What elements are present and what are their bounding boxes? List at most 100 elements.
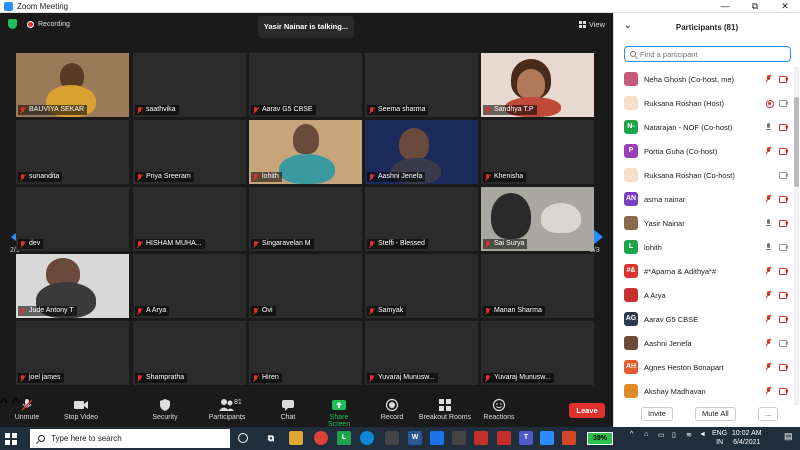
maximize-button[interactable]: ⧉ xyxy=(740,0,770,13)
participants-button[interactable]: 81 Participants xyxy=(207,398,247,421)
breakout-rooms-button[interactable]: Breakout Rooms xyxy=(418,398,472,421)
mic-icon[interactable] xyxy=(766,123,771,131)
participant-row[interactable]: A Arya xyxy=(614,283,794,307)
video-icon[interactable] xyxy=(779,171,788,179)
collapse-chevron-icon[interactable]: ⌄ xyxy=(624,20,632,31)
video-tile[interactable]: Ovi xyxy=(249,254,362,318)
recording-indicator[interactable]: Recording xyxy=(27,20,70,28)
edge-icon[interactable] xyxy=(360,431,374,445)
chat-button[interactable]: Chat xyxy=(278,398,298,421)
video-off-icon[interactable] xyxy=(779,195,788,203)
store-icon[interactable] xyxy=(385,431,399,445)
mute-all-button[interactable]: Mute All xyxy=(695,407,736,421)
muted-mic-icon[interactable] xyxy=(766,291,771,299)
close-button[interactable]: ✕ xyxy=(770,0,800,13)
video-icon[interactable] xyxy=(779,243,788,251)
language-indicator[interactable]: ENG IN xyxy=(712,429,727,447)
invite-button[interactable]: Invite xyxy=(641,407,673,421)
file-explorer-icon[interactable] xyxy=(289,431,303,445)
recording-icon[interactable] xyxy=(766,99,774,108)
video-tile[interactable]: Sai Surya xyxy=(481,187,594,251)
participant-row[interactable]: Ruksana Roshan (Host) xyxy=(614,91,794,115)
participant-row[interactable]: AG Aarav G5 CBSE xyxy=(614,307,794,331)
video-tile[interactable]: Priya Sreeram xyxy=(133,120,246,184)
notifications-icon[interactable]: ▤ xyxy=(784,431,793,442)
audio-options-caret[interactable]: ^ xyxy=(0,395,8,412)
leave-button[interactable]: Leave xyxy=(569,403,605,418)
chrome-icon[interactable] xyxy=(314,431,328,445)
video-off-icon[interactable] xyxy=(779,147,788,155)
taskbar-clock[interactable]: 10:02 AM 6/4/2021 xyxy=(732,429,762,447)
tray-expand-icon[interactable]: ^ xyxy=(630,431,633,438)
participant-row[interactable]: AH Agnes Heston Bonapart xyxy=(614,355,794,379)
calendar-icon[interactable] xyxy=(452,431,466,445)
video-tile[interactable]: Shampratha xyxy=(133,321,246,385)
muted-mic-icon[interactable] xyxy=(766,387,771,395)
video-tile[interactable]: joel james xyxy=(16,321,129,385)
display-icon[interactable]: ▭ xyxy=(658,431,665,439)
encryption-shield-icon[interactable] xyxy=(8,19,17,29)
battery-indicator[interactable]: 39% xyxy=(587,432,613,445)
video-tile[interactable]: A Arya xyxy=(133,254,246,318)
video-tile[interactable]: Sandhya T.P xyxy=(481,53,594,117)
video-tile[interactable]: Aarav G5 CBSE xyxy=(249,53,362,117)
acrobat-icon[interactable] xyxy=(474,431,488,445)
participant-row[interactable]: Ruksana Roshan (Co-host) xyxy=(614,163,794,187)
app-red-icon[interactable] xyxy=(497,431,511,445)
participant-row[interactable]: #& #*Aparna & Adithya*# xyxy=(614,259,794,283)
video-off-icon[interactable] xyxy=(779,123,788,131)
record-button[interactable]: Record xyxy=(379,398,405,421)
video-off-icon[interactable] xyxy=(779,363,788,371)
participant-row[interactable]: P Portia Guha (Co-host) xyxy=(614,139,794,163)
participant-row[interactable]: AN asma nainar xyxy=(614,187,794,211)
reactions-button[interactable]: Reactions xyxy=(483,398,515,421)
muted-mic-icon[interactable] xyxy=(766,363,771,371)
teams-icon[interactable]: T xyxy=(519,431,533,445)
participant-row[interactable]: Llohith xyxy=(614,235,794,259)
minimize-button[interactable]: — xyxy=(710,0,740,13)
video-tile[interactable]: lohith xyxy=(249,120,362,184)
video-tile[interactable]: saathvika xyxy=(133,53,246,117)
video-tile[interactable]: HISHAM MUHA... xyxy=(133,187,246,251)
task-view-icon[interactable]: ⧉ xyxy=(264,431,278,445)
video-tile[interactable]: Steffi - Blessed xyxy=(365,187,478,251)
unmute-button[interactable]: Unmute xyxy=(12,398,42,421)
video-tile[interactable]: Seema sharma xyxy=(365,53,478,117)
zoom-taskbar-icon[interactable] xyxy=(540,431,554,445)
video-tile[interactable]: Hiren xyxy=(249,321,362,385)
taskbar-search-input[interactable]: Type here to search xyxy=(30,429,230,448)
volume-icon[interactable]: ◄ xyxy=(699,431,706,438)
muted-mic-icon[interactable] xyxy=(766,339,771,347)
video-off-icon[interactable] xyxy=(779,75,788,83)
battery-tray-icon[interactable]: ▯ xyxy=(672,431,676,439)
app-l-icon[interactable]: L xyxy=(337,431,351,445)
video-icon[interactable] xyxy=(779,339,788,347)
more-options-button[interactable]: ... xyxy=(758,407,779,421)
word-icon[interactable]: W xyxy=(408,431,422,445)
view-button[interactable]: View xyxy=(578,20,605,29)
network-icon[interactable]: ⌂ xyxy=(644,431,648,438)
video-tile[interactable]: Samyak xyxy=(365,254,478,318)
participant-row[interactable]: Akshay Madhavan xyxy=(614,379,794,403)
video-tile[interactable]: sunandita xyxy=(16,120,129,184)
scrollbar-thumb[interactable] xyxy=(794,97,799,187)
video-off-icon[interactable] xyxy=(779,315,788,323)
video-tile[interactable]: Aashni Jenefa xyxy=(365,120,478,184)
video-tile[interactable]: Yuvaraj Munusw... xyxy=(365,321,478,385)
video-off-icon[interactable] xyxy=(779,267,788,275)
windows-start-icon[interactable] xyxy=(5,433,17,445)
muted-mic-icon[interactable] xyxy=(766,147,771,155)
mail-icon[interactable] xyxy=(430,431,444,445)
stop-video-button[interactable]: Stop Video xyxy=(62,398,100,421)
wifi-icon[interactable]: ≋ xyxy=(686,431,692,439)
video-tile[interactable]: BAUVIYA SEKAR xyxy=(16,53,129,117)
security-button[interactable]: Security xyxy=(150,398,180,421)
cortana-icon[interactable] xyxy=(238,433,248,443)
powerpoint-icon[interactable] xyxy=(562,431,576,445)
share-screen-button[interactable]: Share Screen xyxy=(318,398,360,428)
muted-mic-icon[interactable] xyxy=(766,315,771,323)
participant-row[interactable]: Neha Ghosh (Co-host, me) xyxy=(614,67,794,91)
video-off-icon[interactable] xyxy=(779,387,788,395)
muted-mic-icon[interactable] xyxy=(766,75,771,83)
participant-row[interactable]: N- Natarajan - NOF (Co-host) xyxy=(614,115,794,139)
